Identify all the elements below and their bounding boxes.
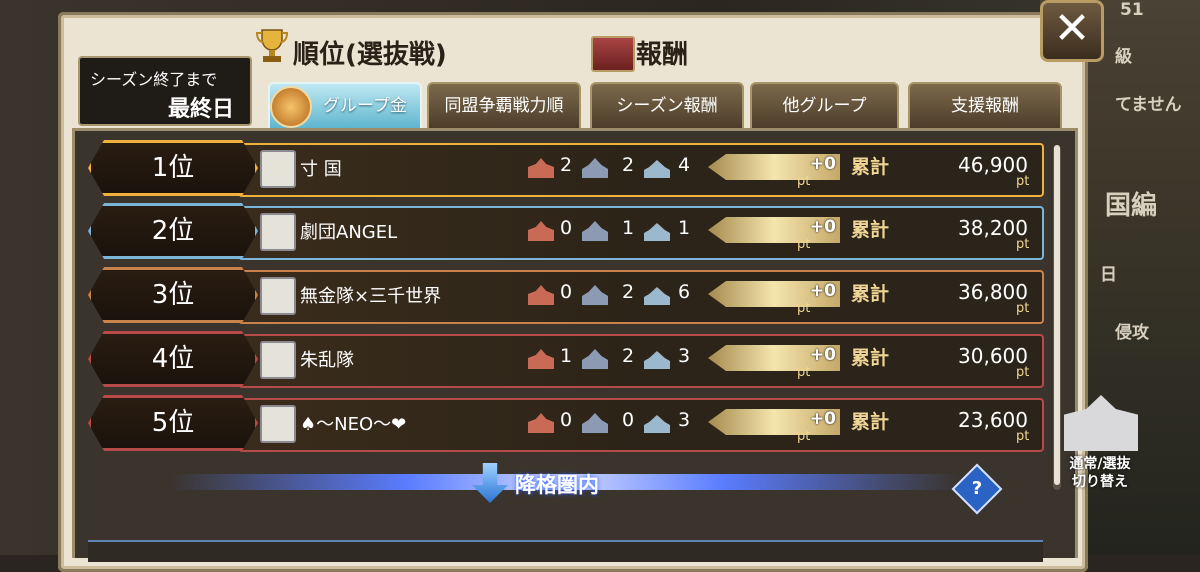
total-unit: pt	[1016, 429, 1030, 444]
points-delta: +0	[809, 409, 836, 429]
total-label: 累計	[851, 411, 890, 433]
total-points: 36,800	[958, 280, 1028, 304]
bg-text: てません	[1115, 95, 1182, 115]
switch-label-1: 通常/選抜	[1069, 456, 1131, 472]
tab-label: 同盟争覇戦力順	[444, 96, 564, 116]
season-remaining-label: シーズン終了まで	[90, 70, 218, 89]
tab-other-group[interactable]: 他グループ	[750, 82, 899, 130]
group-emblem-icon	[260, 405, 296, 443]
group-name: 朱乱隊	[300, 350, 354, 371]
castle-blue-count: 0	[622, 409, 635, 431]
tab-label: シーズン報酬	[616, 96, 718, 116]
points-unit: pt	[797, 365, 811, 380]
castle-blue-count: 2	[622, 154, 635, 176]
group-name: 寸 国	[300, 159, 342, 180]
bg-text: 51	[1120, 0, 1144, 20]
switch-label-2: 切り替え	[1072, 474, 1128, 490]
group-emblem-icon	[260, 213, 296, 251]
rank-badge: 2位	[88, 203, 258, 259]
group-emblem-icon	[260, 150, 296, 188]
points-unit: pt	[797, 429, 811, 444]
points-delta: +0	[809, 345, 836, 365]
tab-support-reward[interactable]: 支援報酬	[908, 82, 1062, 130]
total-label: 累計	[851, 283, 890, 305]
rank-badge: 4位	[88, 331, 258, 387]
castle-light-count: 6	[678, 281, 691, 303]
points-delta: +0	[809, 217, 836, 237]
castle-light-count: 3	[678, 345, 691, 367]
tab-alliance-power[interactable]: 同盟争覇戦力順	[427, 82, 581, 130]
rank-row-body	[238, 334, 1044, 388]
total-unit: pt	[1016, 237, 1030, 252]
castle-red-count: 2	[560, 154, 573, 176]
total-unit: pt	[1016, 365, 1030, 380]
bg-text: 日	[1100, 265, 1117, 285]
castle-blue-count: 2	[622, 345, 635, 367]
season-remaining-value: 最終日	[167, 97, 234, 122]
total-points: 30,600	[958, 344, 1028, 368]
group-emblem-icon	[260, 341, 296, 379]
total-points: 46,900	[958, 153, 1028, 177]
total-points: 23,600	[958, 408, 1028, 432]
rank-row[interactable]: 2位 劇団ANGEL 0 1 1 +0 pt 累計 38,200 pt	[88, 203, 1044, 260]
rank-badge: 3位	[88, 267, 258, 323]
points-unit: pt	[797, 301, 811, 316]
castle-red-count: 0	[560, 281, 573, 303]
rank-row[interactable]: 3位 無金隊×三千世界 0 2 6 +0 pt 累計 36,800 pt	[88, 267, 1044, 324]
group-name: 劇団ANGEL	[300, 222, 398, 243]
castle-switch-icon	[1064, 395, 1138, 451]
castle-light-count: 3	[678, 409, 691, 431]
total-label: 累計	[851, 219, 890, 241]
season-remaining-box: シーズン終了まで 最終日	[78, 56, 252, 126]
tab-label: グループ金	[323, 96, 407, 116]
bg-text: 侵攻	[1115, 323, 1149, 343]
castle-light-count: 1	[678, 217, 691, 239]
points-delta: +0	[809, 281, 836, 301]
next-rank-row-partial	[88, 540, 1043, 562]
points-unit: pt	[797, 237, 811, 252]
group-name: ♠～NEO～❤	[300, 414, 407, 435]
trophy-icon	[255, 29, 289, 62]
total-unit: pt	[1016, 174, 1030, 189]
castle-blue-count: 1	[622, 217, 635, 239]
help-icon: ?	[971, 478, 983, 499]
mode-switch-button[interactable]: 通常/選抜 切り替え	[1050, 395, 1150, 495]
castle-blue-count: 2	[622, 281, 635, 303]
rank-row[interactable]: 1位寸 国 2 2 4 +0 pt 累計 46,900 pt	[88, 140, 1044, 197]
castle-red-count: 0	[560, 217, 573, 239]
chest-icon	[591, 36, 635, 72]
castle-red-count: 1	[560, 345, 573, 367]
close-button[interactable]: ✕	[1040, 0, 1104, 62]
tab-season-reward[interactable]: シーズン報酬	[590, 82, 744, 130]
bg-text: 国編	[1105, 191, 1158, 221]
total-points: 38,200	[958, 216, 1028, 240]
castle-light-count: 4	[678, 154, 691, 176]
group-name: 無金隊×三千世界	[300, 286, 442, 307]
tab-label: 支援報酬	[951, 96, 1019, 116]
total-unit: pt	[1016, 301, 1030, 316]
points-delta: +0	[809, 154, 836, 174]
total-label: 累計	[851, 347, 890, 369]
rank-row[interactable]: 4位 朱乱隊 1 2 3 +0 pt 累計 30,600 pt	[88, 331, 1044, 388]
tab-label: 他グループ	[782, 96, 867, 116]
bg-text: 級	[1115, 47, 1132, 67]
ranking-heading: 順位(選抜戦)	[293, 40, 447, 70]
group-gold-icon	[270, 86, 312, 128]
points-unit: pt	[797, 174, 811, 189]
rank-badge: 5位	[88, 395, 258, 451]
group-emblem-icon	[260, 277, 296, 315]
rank-badge: 1位	[88, 140, 258, 196]
castle-red-count: 0	[560, 409, 573, 431]
reward-heading: 報酬	[636, 40, 689, 70]
rank-row-body	[238, 143, 1044, 197]
total-label: 累計	[851, 156, 890, 178]
rank-row[interactable]: 5位 ♠～NEO～❤ 0 0 3 +0 pt 累計 23,600 pt	[88, 395, 1044, 452]
demotion-label: 降格圏内	[515, 473, 599, 497]
